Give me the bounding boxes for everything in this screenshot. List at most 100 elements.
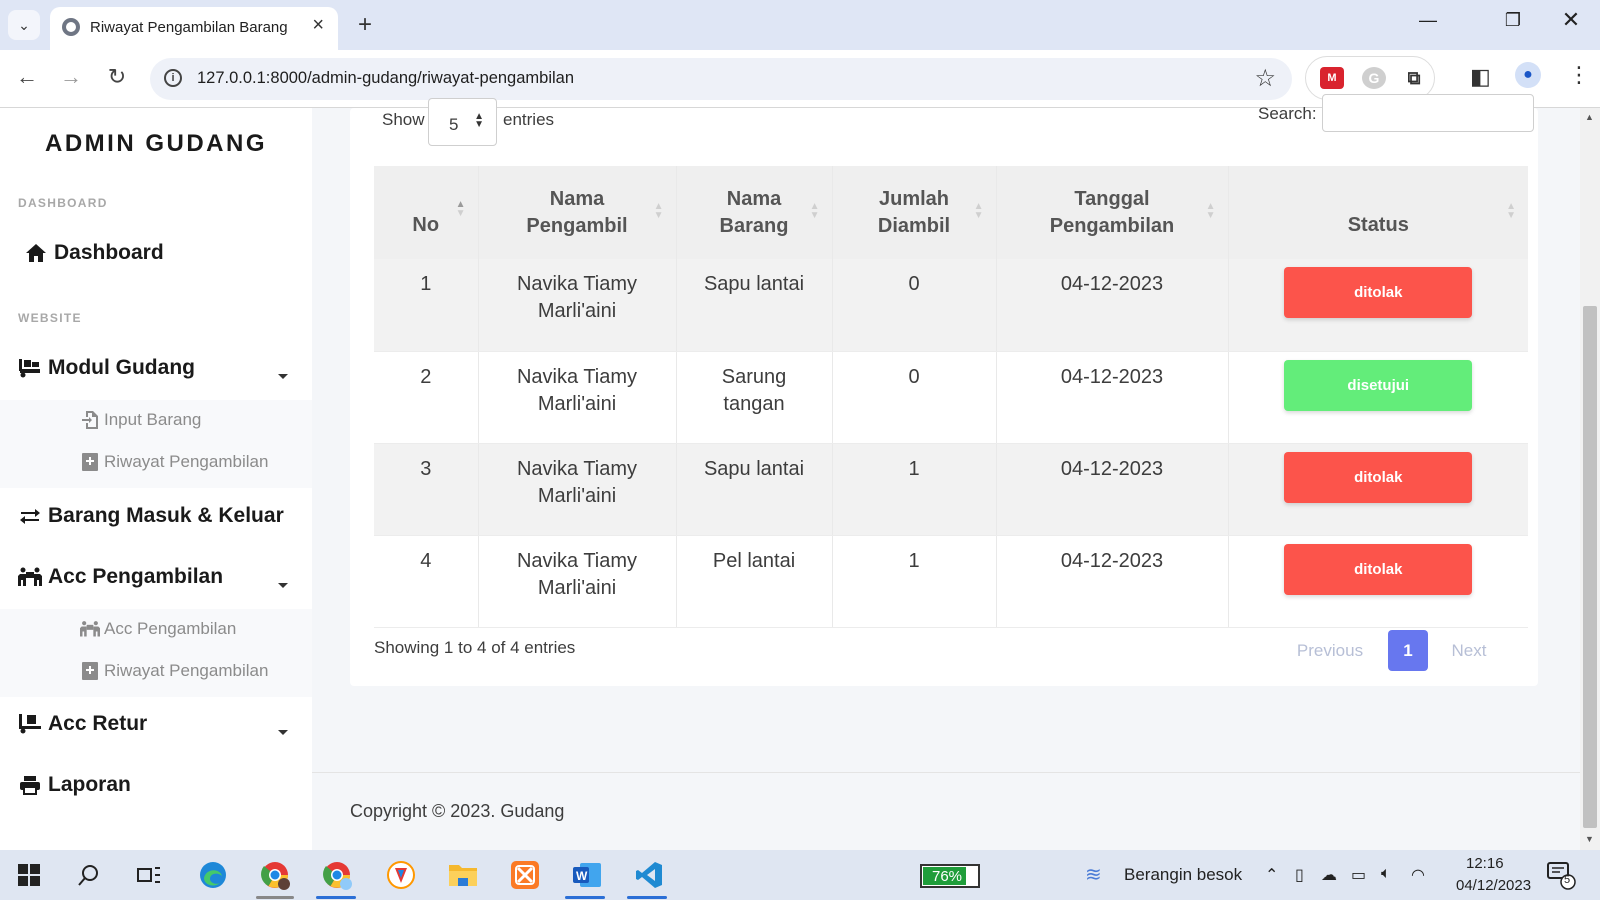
column-header-jumlah-diambil[interactable]: Jumlah Diambil ▲ ▼	[832, 166, 997, 259]
entries-select-value: 5	[449, 115, 459, 134]
file-explorer-icon[interactable]	[446, 859, 480, 891]
cell-nama-barang: Pel lantai	[676, 535, 833, 628]
cell-tanggal: 04-12-2023	[996, 443, 1229, 536]
shield-app-icon[interactable]	[384, 859, 418, 891]
pagination-next[interactable]: Next	[1442, 630, 1496, 671]
cell-nama-pengambil: Navika Tiamy Marli'aini	[478, 443, 677, 536]
search-input[interactable]	[1322, 94, 1534, 132]
browser-tab-bar: ⌄ Riwayat Pengambilan Barang × + — ❐ ✕	[0, 0, 1600, 50]
url-text[interactable]: 127.0.0.1:8000/admin-gudang/riwayat-peng…	[197, 69, 574, 88]
column-header-no[interactable]: No ▲ ▼	[374, 166, 479, 259]
pagination-previous[interactable]: Previous	[1290, 630, 1370, 671]
more-menu-icon[interactable]: ⋮	[1568, 62, 1590, 88]
reload-icon[interactable]: ↻	[102, 64, 132, 90]
sidebar-subitem-input-barang[interactable]: Input Barang	[80, 410, 201, 430]
address-bar[interactable]: i 127.0.0.1:8000/admin-gudang/riwayat-pe…	[150, 58, 1292, 100]
sidebar-item-label: Modul Gudang	[48, 356, 195, 379]
wifi-icon[interactable]: ◠	[1411, 865, 1425, 885]
cell-nama-barang: Sapu lantai	[676, 259, 833, 352]
windows-start-icon[interactable]	[12, 859, 46, 891]
notification-center-icon[interactable]: 5	[1546, 860, 1576, 890]
scroll-up-icon[interactable]: ▲	[1585, 112, 1594, 122]
new-tab-button[interactable]: +	[348, 8, 382, 42]
column-header-nama-barang[interactable]: Nama Barang ▲ ▼	[676, 166, 833, 259]
grammarly-extension-icon[interactable]: G	[1362, 67, 1386, 89]
cell-jumlah: 0	[832, 259, 997, 352]
sidebar-item-dashboard[interactable]: Dashboard	[24, 241, 164, 265]
cell-text: Navika Tiamy	[516, 549, 638, 572]
weather-text[interactable]: Berangin besok	[1124, 865, 1242, 885]
vscode-icon[interactable]	[632, 859, 666, 891]
sidebar-subitem-label: Riwayat Pengambilan	[104, 452, 269, 471]
cell-no: 4	[374, 535, 479, 628]
status-ditolak-button[interactable]: ditolak	[1284, 267, 1473, 318]
status-ditolak-button[interactable]: ditolak	[1284, 451, 1473, 503]
sidebar-item-laporan[interactable]: Laporan	[18, 773, 131, 797]
forward-icon[interactable]: →	[56, 64, 86, 90]
clock-date[interactable]: 04/12/2023	[1456, 877, 1531, 894]
sidebar-subitem-riwayat-pengambilan-2[interactable]: Riwayat Pengambilan	[80, 661, 268, 681]
submenu-modul-gudang: Input Barang Riwayat Pengambilan	[0, 400, 312, 488]
page-scrollbar[interactable]: ▲ ▼	[1580, 108, 1600, 850]
sidebar-subitem-acc-pengambilan[interactable]: Acc Pengambilan	[80, 619, 236, 639]
search-label: Search:	[1258, 104, 1317, 123]
status-ditolak-button[interactable]: ditolak	[1284, 543, 1473, 595]
pagination-page-1[interactable]: 1	[1388, 630, 1428, 671]
sidebar-subitem-label: Riwayat Pengambilan	[104, 661, 269, 680]
column-header-nama-pengambil[interactable]: Nama Pengambil ▲ ▼	[478, 166, 677, 259]
info-icon[interactable]: i	[164, 69, 182, 87]
volume-icon[interactable]: 🔈︎	[1381, 865, 1391, 883]
sidebar-item-acc-pengambilan[interactable]: Acc Pengambilan	[18, 565, 223, 589]
people-carry-icon	[80, 619, 100, 639]
taskbar-active-indicator	[565, 896, 605, 899]
search-icon[interactable]	[72, 859, 106, 891]
puzzle-extensions-icon[interactable]: ⧉	[1402, 67, 1426, 89]
clock-time[interactable]: 12:16	[1466, 855, 1504, 872]
battery-percent: 76%	[932, 868, 963, 885]
cell-text: Pel lantai	[712, 549, 796, 572]
side-panel-icon[interactable]: ◧	[1470, 64, 1491, 90]
scrollbar-thumb[interactable]	[1583, 306, 1597, 828]
file-import-icon	[80, 410, 100, 430]
sidebar-item-label: Acc Retur	[48, 712, 148, 735]
chevron-up-icon[interactable]: ⌃	[1265, 865, 1278, 885]
close-icon[interactable]: ×	[312, 14, 324, 37]
restore-icon[interactable]: ❐	[1493, 10, 1533, 31]
edge-browser-icon[interactable]	[196, 859, 230, 891]
sidebar-item-barang-masuk-keluar[interactable]: Barang Masuk & Keluar	[18, 504, 284, 528]
mendeley-extension-icon[interactable]: M	[1320, 67, 1344, 89]
column-header-status[interactable]: Status ▲ ▼	[1228, 166, 1528, 259]
sort-icon: ▲ ▼	[973, 201, 984, 221]
xampp-icon[interactable]	[508, 859, 542, 891]
sidebar-item-acc-retur[interactable]: Acc Retur	[18, 712, 147, 736]
column-header-tanggal-pengambilan[interactable]: Tanggal Pengambilan ▲ ▼	[996, 166, 1229, 259]
battery-monitor-widget[interactable]: 76%	[920, 864, 980, 888]
scroll-down-icon[interactable]: ▼	[1585, 834, 1594, 844]
profile-avatar-icon[interactable]: ●	[1515, 62, 1541, 88]
chrome-profile-n-icon[interactable]	[258, 859, 292, 891]
tab-search-button[interactable]: ⌄	[8, 10, 40, 40]
back-icon[interactable]: ←	[12, 64, 42, 90]
cell-jumlah: 1	[832, 443, 997, 536]
touchpad-icon[interactable]: ▯	[1295, 865, 1304, 885]
sidebar-subitem-riwayat-pengambilan[interactable]: Riwayat Pengambilan	[80, 452, 268, 472]
cloud-icon[interactable]: ☁	[1321, 865, 1337, 885]
minimize-icon[interactable]: —	[1408, 10, 1448, 31]
sidebar-item-label: Barang Masuk & Keluar	[48, 504, 284, 527]
column-header-label: Nama	[726, 187, 782, 210]
sidebar-item-modul-gudang[interactable]: Modul Gudang	[18, 356, 195, 380]
sort-icon: ▲ ▼	[653, 201, 664, 221]
status-disetujui-button[interactable]: disetujui	[1284, 359, 1473, 411]
chrome-profile-icon[interactable]	[320, 859, 354, 891]
cell-text: Navika Tiamy	[516, 457, 638, 480]
bookmark-star-icon[interactable]: ☆	[1254, 64, 1276, 93]
cell-text: Marli'aini	[537, 392, 617, 415]
battery-icon[interactable]: ▭	[1351, 865, 1366, 885]
task-view-icon[interactable]	[132, 859, 166, 891]
wind-weather-icon[interactable]: ≋	[1085, 862, 1102, 887]
word-icon[interactable]: W	[570, 859, 604, 891]
browser-tab-active[interactable]: Riwayat Pengambilan Barang ×	[50, 7, 338, 50]
window-close-icon[interactable]: ✕	[1551, 7, 1591, 33]
dolly-boxes-icon	[18, 357, 42, 379]
entries-per-page-select[interactable]: 5 ▲ ▼	[428, 98, 497, 146]
